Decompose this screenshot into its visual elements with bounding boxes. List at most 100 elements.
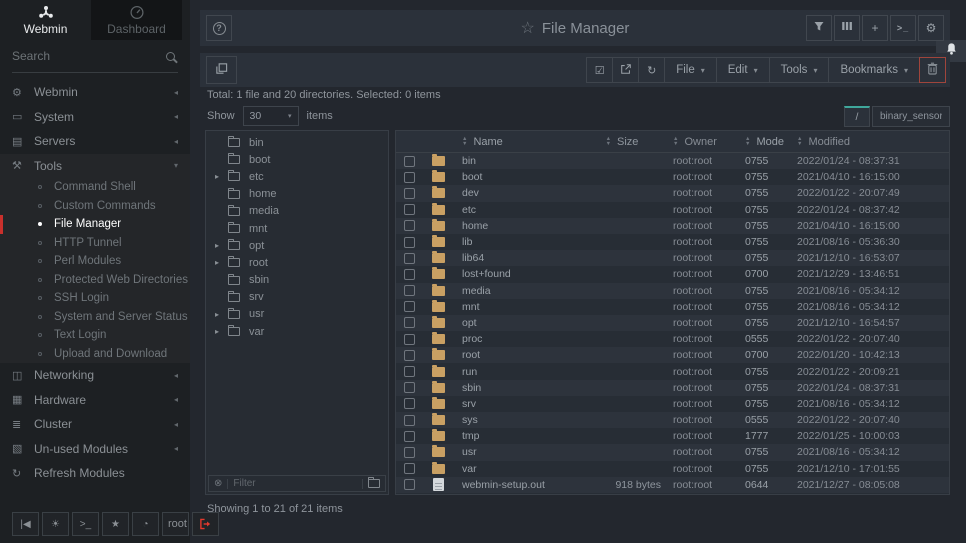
filter-clear-icon[interactable]: ⊗ [214, 478, 222, 489]
sidebar-item-un-used-modules[interactable]: ▧Un-used Modules◂ [0, 437, 190, 462]
theme-light-button[interactable]: ☀ [42, 512, 69, 536]
row-checkbox[interactable] [404, 253, 415, 264]
table-row[interactable]: binroot:root07552022/01/24 - 08:37:31 [396, 153, 949, 169]
table-row[interactable]: optroot:root07552021/12/10 - 16:54:57 [396, 315, 949, 331]
table-row[interactable]: devroot:root07552022/01/22 - 20:07:49 [396, 185, 949, 201]
folder-icon[interactable] [368, 479, 380, 488]
table-row[interactable]: varroot:root07552021/12/10 - 17:01:55 [396, 461, 949, 477]
sidebar-item-custom-commands[interactable]: Custom Commands [0, 197, 190, 216]
collapse-sidebar-button[interactable]: |◀ [12, 512, 39, 536]
table-row[interactable]: libroot:root07552021/08/16 - 05:36:30 [396, 234, 949, 250]
delete-button[interactable] [919, 57, 946, 83]
paste-buffer-button[interactable] [206, 56, 237, 84]
column-header-owner[interactable]: Owner [673, 136, 745, 148]
tree-item-bin[interactable]: bin [206, 134, 388, 151]
tree-item-root[interactable]: ▸root [206, 254, 388, 271]
file-search-input[interactable] [872, 106, 950, 127]
logout-button[interactable] [192, 512, 219, 536]
sidebar-item-text-login[interactable]: Text Login [0, 326, 190, 345]
row-checkbox[interactable] [404, 334, 415, 345]
expander-icon[interactable]: ▸ [215, 327, 228, 336]
column-header-name[interactable]: Name [453, 136, 583, 148]
table-row[interactable]: lib64root:root07552021/12/10 - 16:53:07 [396, 250, 949, 266]
table-row[interactable]: etcroot:root07552022/01/24 - 08:37:42 [396, 202, 949, 218]
select-all-button[interactable]: ☑ [586, 57, 613, 83]
sidebar-item-http-tunnel[interactable]: HTTP Tunnel [0, 234, 190, 253]
tree-item-usr[interactable]: ▸usr [206, 306, 388, 323]
table-row[interactable]: procroot:root05552022/01/22 - 20:07:40 [396, 331, 949, 347]
plus-button[interactable]: + [862, 15, 888, 41]
tree-filter-input[interactable] [233, 478, 357, 489]
favorites-button[interactable]: ★ [102, 512, 129, 536]
expander-icon[interactable]: ▸ [215, 258, 228, 267]
sidebar-item-system[interactable]: ▭System◂ [0, 105, 190, 130]
table-row[interactable]: rootroot:root07002022/01/20 - 10:42:13 [396, 347, 949, 363]
terminal-prompt-button[interactable]: >_ [890, 15, 916, 41]
filter-button[interactable] [806, 15, 832, 41]
menu-bookmarks[interactable]: Bookmarks▾ [828, 57, 920, 83]
table-row[interactable]: sysroot:root05552022/01/22 - 20:07:40 [396, 412, 949, 428]
star-outline-icon[interactable]: ☆ [521, 18, 535, 38]
row-checkbox[interactable] [404, 398, 415, 409]
refresh-button[interactable]: ↻ [638, 57, 665, 83]
row-checkbox[interactable] [404, 301, 415, 312]
row-checkbox[interactable] [404, 415, 415, 426]
expander-icon[interactable]: ▸ [215, 310, 228, 319]
expander-icon[interactable]: ▸ [215, 241, 228, 250]
sidebar-item-hardware[interactable]: ▦Hardware◂ [0, 388, 190, 413]
sidebar-item-protected-web-directories[interactable]: Protected Web Directories [0, 271, 190, 290]
table-row[interactable]: usrroot:root07552021/08/16 - 05:34:12 [396, 444, 949, 460]
row-checkbox[interactable] [404, 317, 415, 328]
column-header-size[interactable]: Size [583, 136, 673, 148]
sidebar-item-cluster[interactable]: ≣Cluster◂ [0, 412, 190, 437]
row-checkbox[interactable] [404, 366, 415, 377]
row-checkbox[interactable] [404, 188, 415, 199]
row-checkbox[interactable] [404, 285, 415, 296]
page-size-select[interactable]: 30 ▾ [243, 106, 299, 126]
sidebar-item-file-manager[interactable]: File Manager [0, 215, 190, 234]
table-row[interactable]: lost+foundroot:root07002021/12/29 - 13:4… [396, 266, 949, 282]
row-checkbox[interactable] [404, 431, 415, 442]
table-row[interactable]: runroot:root07552022/01/22 - 20:09:21 [396, 363, 949, 379]
columns-button[interactable] [834, 15, 860, 41]
tree-item-mnt[interactable]: mnt [206, 220, 388, 237]
settings-gear-button[interactable]: ⚙ [918, 15, 944, 41]
sidebar-item-webmin[interactable]: ⚙Webmin◂ [0, 80, 190, 105]
row-checkbox[interactable] [404, 382, 415, 393]
palette-button[interactable]: ◔ [132, 512, 159, 536]
menu-file[interactable]: File▾ [664, 57, 717, 83]
row-checkbox[interactable] [404, 350, 415, 361]
sidebar-item-perl-modules[interactable]: Perl Modules [0, 252, 190, 271]
tree-item-boot[interactable]: boot [206, 151, 388, 168]
table-row[interactable]: srvroot:root07552021/08/16 - 05:34:12 [396, 396, 949, 412]
tree-item-srv[interactable]: srv [206, 289, 388, 306]
sidebar-item-upload-and-download[interactable]: Upload and Download [0, 345, 190, 364]
tab-dashboard[interactable]: Dashboard [91, 0, 182, 40]
row-checkbox[interactable] [404, 220, 415, 231]
table-row[interactable]: webmin-setup.out918 bytesroot:root064420… [396, 477, 949, 493]
sidebar-item-command-shell[interactable]: Command Shell [0, 178, 190, 197]
sidebar-item-refresh-modules[interactable]: ↻Refresh Modules [0, 461, 190, 486]
tree-item-media[interactable]: media [206, 203, 388, 220]
table-row[interactable]: sbinroot:root07552022/01/24 - 08:37:31 [396, 380, 949, 396]
row-checkbox[interactable] [404, 204, 415, 215]
expander-icon[interactable]: ▸ [215, 172, 228, 181]
sidebar-item-system-and-server-status[interactable]: System and Server Status [0, 308, 190, 327]
table-row[interactable]: bootroot:root07552021/04/10 - 16:15:00 [396, 169, 949, 185]
row-checkbox[interactable] [404, 269, 415, 280]
breadcrumb-root[interactable]: / [844, 106, 870, 127]
share-button[interactable] [612, 57, 639, 83]
search-icon[interactable] [166, 52, 175, 61]
row-checkbox[interactable] [404, 156, 415, 167]
sidebar-item-ssh-login[interactable]: SSH Login [0, 289, 190, 308]
table-row[interactable]: tmproot:root17772022/01/25 - 10:00:03 [396, 428, 949, 444]
table-row[interactable]: homeroot:root07552021/04/10 - 16:15:00 [396, 218, 949, 234]
sidebar-item-networking[interactable]: ◫Networking◂ [0, 363, 190, 388]
row-checkbox[interactable] [404, 479, 415, 490]
row-checkbox[interactable] [404, 237, 415, 248]
terminal-button[interactable]: >_ [72, 512, 99, 536]
table-row[interactable]: mntroot:root07552021/08/16 - 05:34:12 [396, 299, 949, 315]
tree-item-sbin[interactable]: sbin [206, 272, 388, 289]
tab-webmin[interactable]: Webmin [0, 0, 91, 40]
menu-tools[interactable]: Tools▾ [769, 57, 830, 83]
